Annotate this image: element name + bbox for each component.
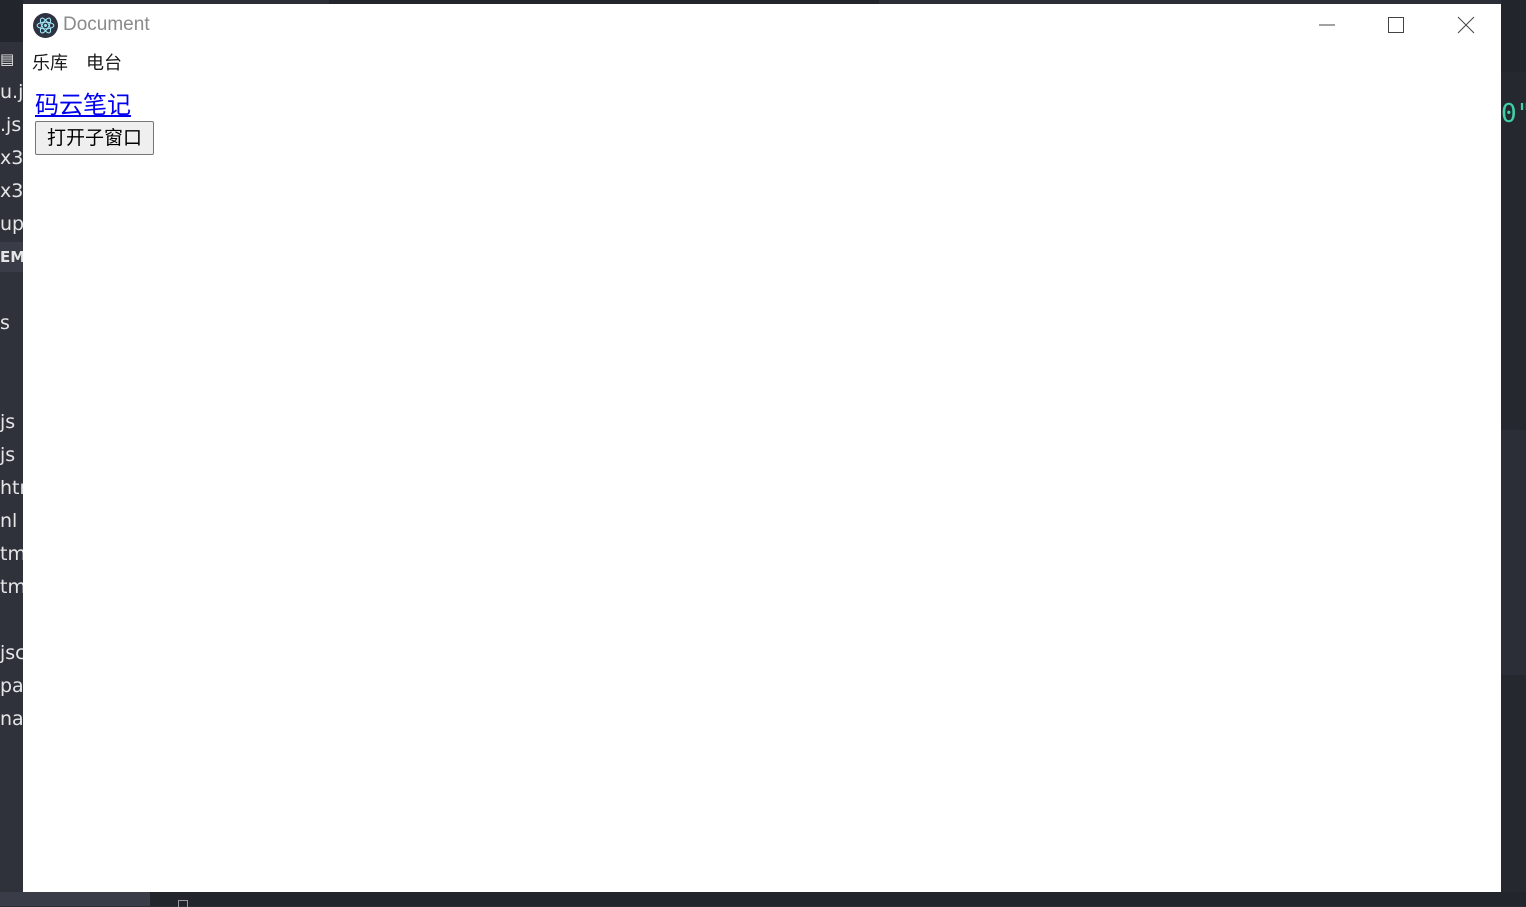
code-fragment: 0" [1501,99,1526,129]
file-fragment: js [0,411,16,433]
file-fragment: jsc [0,642,23,664]
close-icon [1457,16,1475,34]
file-fragment: pag [0,675,23,697]
file-fragment: x3.j [0,180,23,202]
background-file-explorer: ▤ u.js .js x3.l x3.j up_ EM s js js htr … [0,0,23,906]
page-content: 码云笔记 打开子窗口 [35,90,155,155]
file-fragment: htr [0,477,23,499]
menu-item-radio[interactable]: 电台 [77,50,131,78]
file-fragment: u.js [0,81,23,103]
maximize-button[interactable] [1361,4,1431,46]
background-code-editor: 0" [1501,0,1526,906]
app-window: Document 乐库 电台 码云笔记 打开子窗口 [23,4,1501,892]
explorer-header [0,0,23,42]
menu-bar: 乐库 电台 [23,50,131,78]
menu-item-library[interactable]: 乐库 [23,50,77,78]
gitee-notes-link[interactable]: 码云笔记 [35,90,154,120]
file-fragment: js [0,444,16,466]
file-fragment: naic [0,708,23,730]
background-status-bar [0,892,1526,907]
open-child-window-button[interactable]: 打开子窗口 [35,121,155,155]
window-title: Document [63,14,150,35]
file-fragment: tml [0,543,23,565]
file-fragment: ▤ [0,50,15,68]
maximize-icon [1388,17,1404,33]
file-fragment: s [0,312,10,334]
file-fragment: EM [0,242,23,272]
file-fragment: up_ [0,213,23,235]
file-fragment: x3.l [0,147,23,169]
minimize-button[interactable] [1292,4,1362,46]
electron-atom-icon [33,13,58,38]
file-fragment: tml [0,576,23,598]
minimize-icon [1319,24,1335,26]
file-fragment: nl [0,510,18,532]
file-fragment: .js [0,114,22,136]
title-bar[interactable]: Document [23,4,1501,46]
close-button[interactable] [1431,4,1501,46]
